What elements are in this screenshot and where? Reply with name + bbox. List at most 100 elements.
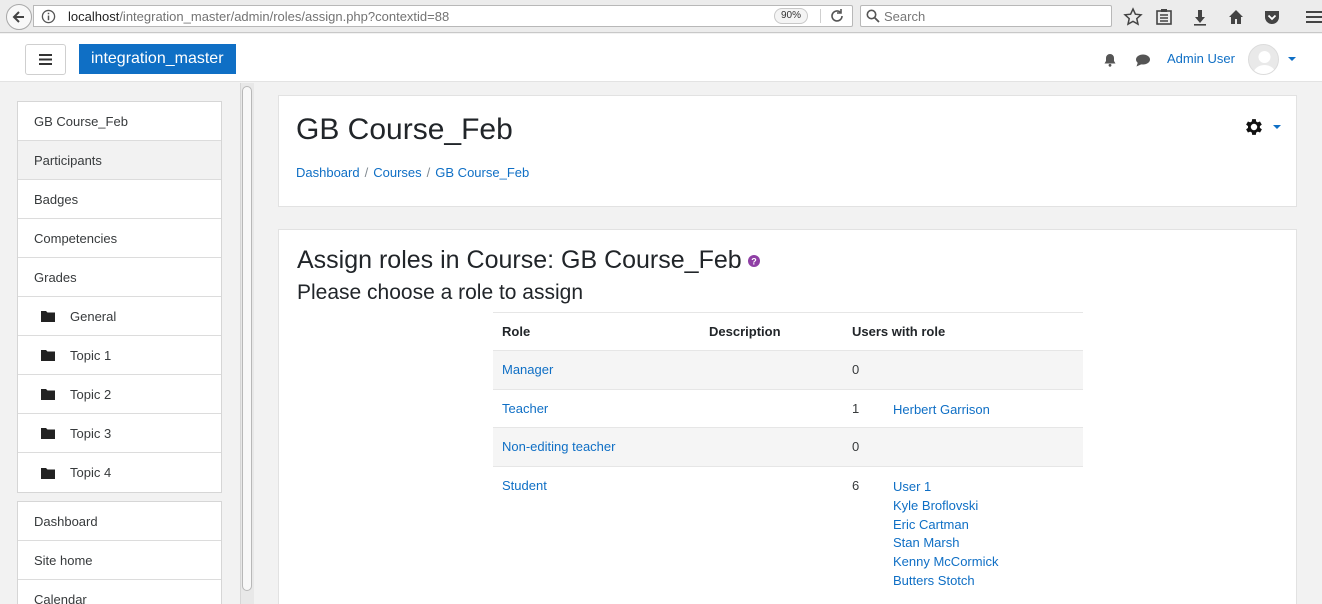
help-icon[interactable]: ?	[747, 255, 760, 268]
search-placeholder: Search	[884, 9, 926, 24]
nav-item-label: Dashboard	[34, 513, 98, 529]
nav-item-label: Badges	[34, 191, 79, 207]
reload-icon[interactable]	[829, 8, 845, 24]
nav-item-competencies[interactable]: Competencies	[18, 219, 221, 258]
gear-icon[interactable]	[1243, 116, 1265, 138]
nav-item-label: Site home	[34, 552, 93, 568]
menu-icon[interactable]	[1304, 7, 1322, 27]
nav-item-general[interactable]: General	[18, 297, 221, 336]
user-link[interactable]: Butters Stotch	[893, 572, 998, 591]
role-link-teacher[interactable]: Teacher	[502, 401, 548, 416]
settings-caret-icon[interactable]	[1273, 125, 1281, 129]
nav-item-label: Calendar	[34, 592, 87, 604]
breadcrumb-courses[interactable]: Courses	[373, 165, 421, 180]
top-navbar: integration_master Admin User	[0, 34, 1322, 82]
nav-item-label: General	[70, 308, 117, 324]
main-content: Assign roles in Course: GB Course_Feb? P…	[278, 229, 1297, 604]
breadcrumb-separator: /	[426, 165, 431, 180]
nav-item-site-home[interactable]: Site home	[18, 541, 221, 580]
url-bar[interactable]: localhost/integration_master/admin/roles…	[33, 5, 853, 27]
nav-item-label: Topic 3	[70, 425, 112, 441]
heading-text: Assign roles in Course: GB Course_Feb	[297, 246, 742, 274]
back-arrow-icon	[12, 11, 24, 23]
notification-bell-icon[interactable]	[1103, 53, 1117, 67]
avatar[interactable]	[1248, 44, 1279, 75]
table-row: Manager 0	[493, 350, 1083, 389]
column-header-description: Description	[709, 324, 781, 339]
nav-item-label: Topic 1	[70, 347, 112, 363]
search-icon	[866, 9, 880, 23]
info-icon[interactable]	[41, 9, 56, 24]
role-users-list: User 1 Kyle Broflovski Eric Cartman Stan…	[893, 478, 998, 591]
user-link[interactable]: Kyle Broflovski	[893, 497, 998, 516]
user-link[interactable]: Herbert Garrison	[893, 401, 990, 420]
folder-icon	[41, 350, 55, 361]
nav-item-participants[interactable]: Participants	[18, 141, 221, 180]
messages-icon[interactable]	[1135, 54, 1151, 67]
site-nav-block: Dashboard Site home Calendar	[17, 501, 222, 604]
nav-item-grades[interactable]: Grades	[18, 258, 221, 297]
nav-item-label: Competencies	[34, 230, 118, 246]
page-header: GB Course_Feb Dashboard / Courses / GB Cours…	[278, 95, 1297, 207]
site-brand-link[interactable]: integration_master	[79, 44, 236, 74]
browser-toolbar: localhost/integration_master/admin/roles…	[0, 0, 1322, 33]
drawer-toggle-button[interactable]	[25, 44, 66, 75]
nav-item-calendar[interactable]: Calendar	[18, 580, 221, 604]
user-link[interactable]: Kenny McCormick	[893, 553, 998, 572]
default-user-icon	[1253, 51, 1276, 74]
role-table: Role Description Users with role Manager…	[493, 312, 1083, 604]
url-text: localhost/integration_master/admin/roles…	[68, 9, 450, 24]
breadcrumb-course[interactable]: GB Course_Feb	[435, 165, 529, 180]
user-link[interactable]: User 1	[893, 478, 998, 497]
back-button[interactable]	[6, 4, 32, 30]
nav-item-topic-1[interactable]: Topic 1	[18, 336, 221, 375]
home-icon[interactable]	[1226, 7, 1246, 27]
table-row: Non-editing teacher 0	[493, 427, 1083, 466]
user-menu-caret-icon[interactable]	[1288, 57, 1296, 61]
role-user-count: 0	[852, 439, 860, 454]
nav-item-dashboard[interactable]: Dashboard	[18, 502, 221, 541]
folder-icon	[41, 389, 55, 400]
nav-item-label: Participants	[34, 152, 102, 168]
nav-item-course[interactable]: GB Course_Feb	[18, 102, 221, 141]
table-header-row: Role Description Users with role	[493, 312, 1083, 350]
folder-icon	[41, 467, 55, 479]
user-link[interactable]: Stan Marsh	[893, 534, 998, 553]
url-divider	[820, 9, 821, 23]
role-link-non-editing-teacher[interactable]: Non-editing teacher	[502, 439, 615, 454]
breadcrumb-dashboard[interactable]: Dashboard	[296, 165, 360, 180]
nav-item-label: Topic 4	[70, 465, 112, 480]
folder-icon	[41, 428, 55, 439]
page-title: GB Course_Feb	[296, 113, 513, 146]
role-user-count: 1	[852, 401, 860, 416]
nav-drawer: GB Course_Feb Participants Badges Compet…	[0, 83, 240, 604]
nav-item-label: GB Course_Feb	[34, 113, 128, 129]
reading-list-icon[interactable]	[1154, 7, 1174, 27]
role-user-count: 0	[852, 362, 860, 377]
pocket-icon[interactable]	[1262, 7, 1282, 27]
user-link[interactable]: Eric Cartman	[893, 516, 998, 535]
course-nav-block: GB Course_Feb Participants Badges Compet…	[17, 101, 222, 493]
nav-item-label: Grades	[34, 269, 77, 285]
nav-item-topic-3[interactable]: Topic 3	[18, 414, 221, 453]
bookmark-star-icon[interactable]	[1123, 7, 1143, 27]
role-link-student[interactable]: Student	[502, 478, 547, 493]
drawer-scrollbar-thumb[interactable]	[242, 86, 252, 591]
assign-roles-heading: Assign roles in Course: GB Course_Feb?	[297, 246, 760, 275]
zoom-level-badge[interactable]: 90%	[774, 8, 809, 24]
role-user-count: 6	[852, 478, 860, 493]
role-link-manager[interactable]: Manager	[502, 362, 553, 377]
role-users-list: Herbert Garrison	[893, 401, 990, 420]
hamburger-icon	[39, 54, 52, 65]
nav-item-topic-2[interactable]: Topic 2	[18, 375, 221, 414]
column-header-users: Users with role	[852, 324, 946, 339]
breadcrumb-separator: /	[364, 165, 369, 180]
table-row: Teacher 1 Herbert Garrison	[493, 389, 1083, 427]
nav-item-badges[interactable]: Badges	[18, 180, 221, 219]
download-icon[interactable]	[1190, 7, 1210, 27]
svg-text:?: ?	[751, 257, 757, 267]
column-header-role: Role	[502, 324, 531, 339]
user-menu-name[interactable]: Admin User	[1167, 51, 1235, 66]
nav-item-topic-4[interactable]: Topic 4	[18, 453, 221, 492]
browser-search-box[interactable]: Search	[860, 5, 1112, 27]
